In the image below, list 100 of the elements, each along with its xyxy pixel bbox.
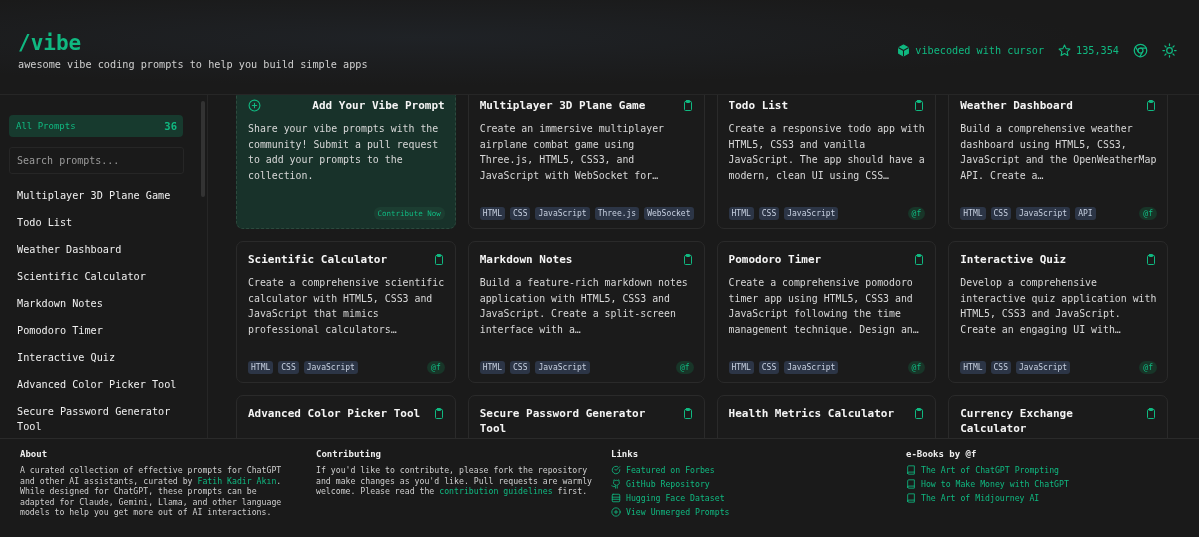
author-badge[interactable]: @f	[1139, 361, 1157, 374]
author-badge[interactable]: @f	[1139, 207, 1157, 220]
book-icon	[906, 493, 916, 503]
card-title: Currency Exchange Calculator	[960, 406, 1074, 436]
tag: CSS	[758, 361, 780, 374]
card-title: Health Metrics Calculator	[728, 406, 895, 421]
tag: JavaScript	[535, 207, 590, 220]
clipboard-icon[interactable]	[432, 253, 445, 266]
clipboard-icon[interactable]	[432, 407, 445, 420]
star-icon	[1058, 43, 1072, 57]
tag: JavaScript	[784, 361, 839, 374]
prompt-card[interactable]: Health Metrics Calculator	[716, 395, 937, 438]
footer-link[interactable]: The Art of Midjourney AI	[906, 493, 1179, 503]
card-description: Share your vibe prompts with the community! Submit a pull request to add your prompts to the collection.	[248, 122, 440, 183]
check-circle-icon	[611, 465, 621, 475]
prompt-card[interactable]: Weather Dashboard Build a comprehensive weather dashboard using HTML5, CSS3, JavaScript and the OpenWeatherMap API. Create a… HTML CSS JavaScript API @f	[948, 95, 1168, 229]
tag: HTML	[479, 207, 505, 220]
prompt-card[interactable]: Advanced Color Picker Tool	[236, 395, 456, 438]
card-title: Add Your Vibe Prompt	[312, 98, 445, 113]
tag: JavaScript	[535, 361, 590, 374]
sidebar-item[interactable]: Pomodoro Timer	[9, 317, 199, 344]
card-title: Weather Dashboard	[960, 98, 1073, 113]
clipboard-icon[interactable]	[1145, 407, 1157, 420]
sidebar-item[interactable]: Multiplayer 3D Plane Game	[9, 182, 199, 209]
prompt-count: 36	[164, 120, 177, 132]
tag: CSS	[990, 361, 1011, 374]
footer-link[interactable]: How to Make Money with ChatGPT	[906, 479, 1179, 489]
footer-link[interactable]: View Unmerged Prompts	[611, 507, 906, 517]
tag: JavaScript	[1015, 361, 1071, 374]
tag: JavaScript	[784, 207, 839, 220]
prompt-card[interactable]: Secure Password Generator Tool	[467, 395, 705, 438]
author-badge[interactable]: @f	[907, 207, 926, 220]
text-link[interactable]: Fatih Kadir Akın	[197, 475, 277, 486]
author-badge[interactable]: @f	[427, 361, 445, 374]
tag: CSS	[278, 361, 299, 374]
footer-link[interactable]: Featured on Forbes	[611, 465, 906, 475]
card-title: Advanced Color Picker Tool	[248, 406, 421, 421]
github-icon	[611, 479, 621, 489]
sidebar-item[interactable]: Advanced Color Picker Tool	[9, 371, 199, 398]
category-filter[interactable]: All Prompts 36	[9, 115, 183, 137]
browser-icon[interactable]	[1133, 42, 1148, 58]
prompt-card[interactable]: Interactive Quiz Develop a comprehensive interactive quiz application with HTML5, CSS3 and JavaScript. Create an engaging UI with… HTML CSS JavaScript @f	[948, 241, 1168, 383]
card-title: Multiplayer 3D Plane Game	[479, 98, 646, 113]
tag: JavaScript	[303, 361, 358, 374]
clipboard-icon[interactable]	[681, 253, 694, 266]
clipboard-icon[interactable]	[913, 99, 926, 112]
plus-circle-icon	[248, 99, 261, 112]
card-title: Markdown Notes	[479, 252, 573, 267]
author-badge[interactable]: @f	[907, 361, 926, 374]
tag: WebSocket	[644, 207, 694, 220]
tag: JavaScript	[1015, 207, 1071, 220]
sun-icon[interactable]	[1162, 42, 1177, 58]
footer-heading: About	[20, 449, 49, 459]
sidebar-item[interactable]: Markdown Notes	[9, 290, 199, 317]
footer-link[interactable]: GitHub Repository	[611, 479, 906, 489]
tag: CSS	[758, 207, 780, 220]
clipboard-icon[interactable]	[1145, 99, 1157, 112]
tag: Three.js	[594, 207, 640, 220]
book-icon	[906, 465, 916, 475]
footer-heading: e-Books by @f	[906, 449, 978, 459]
search-field[interactable]: Search prompts...	[9, 147, 184, 174]
card-description: Create a responsive todo app with HTML5, CSS3 and vanilla JavaScript. The app should have a modern, clean UI using CSS…	[728, 122, 926, 183]
author-badge[interactable]: @f	[675, 361, 694, 374]
header-link[interactable]: vibecoded with cursor	[897, 43, 1045, 57]
prompt-card[interactable]: Markdown Notes Build a feature-rich markdown notes application with HTML5, CSS3 and JavaScript. Create a split-screen interface with a… HTML CSS JavaScript @f	[467, 241, 705, 383]
card-description: Create a comprehensive scientific calculator with HTML5, CSS3 and JavaScript that mimics professional calculators…	[248, 276, 445, 337]
clipboard-icon[interactable]	[913, 253, 926, 266]
clipboard-icon[interactable]	[681, 99, 694, 112]
footer-heading: Links	[611, 449, 640, 459]
clipboard-icon[interactable]	[681, 407, 694, 420]
clipboard-icon[interactable]	[913, 407, 926, 420]
card-description: Create an immersive multiplayer airplane combat game using Three.js, HTML5, CSS3, and JavaScript with WebSocket for…	[479, 122, 666, 183]
tag: API	[1075, 207, 1096, 220]
clipboard-icon[interactable]	[1145, 253, 1157, 266]
site-title: /vibe	[18, 30, 83, 55]
footer-link[interactable]: The Art of ChatGPT Prompting	[906, 465, 1179, 475]
card-title: Pomodoro Timer	[728, 252, 822, 267]
footer-link[interactable]: Hugging Face Dataset	[611, 493, 906, 503]
sidebar-item[interactable]: Secure Password Generator Tool	[9, 398, 199, 438]
sidebar-item[interactable]: Scientific Calculator	[9, 263, 199, 290]
tag: HTML	[960, 361, 986, 374]
prompt-card[interactable]: Pomodoro Timer Create a comprehensive pomodoro timer app using HTML5, CSS3 and JavaScript following the time management technique. Design an… HTML CSS JavaScript @f	[716, 241, 937, 383]
tag: HTML	[728, 361, 754, 374]
sidebar-item[interactable]: Interactive Quiz	[9, 344, 199, 371]
card-description: Create a comprehensive pomodoro timer app using HTML5, CSS3 and JavaScript following the time management technique. Design an…	[728, 276, 920, 337]
sidebar-item[interactable]: Weather Dashboard	[9, 236, 199, 263]
card-description: Build a feature-rich markdown notes application with HTML5, CSS3 and JavaScript. Create a split-screen interface with a…	[479, 276, 689, 337]
card-title: Todo List	[728, 98, 789, 113]
prompt-card[interactable]: Multiplayer 3D Plane Game Create an immersive multiplayer airplane combat game using Three.js, HTML5, CSS3, and JavaScript with WebSocket for… HTML CSS JavaScript Three.js WebSocket	[467, 95, 705, 229]
tag: HTML	[960, 207, 986, 220]
tag: HTML	[479, 361, 505, 374]
prompt-card[interactable]: Scientific Calculator Create a comprehensive scientific calculator with HTML5, CSS3 and JavaScript that mimics professional calculators… HTML CSS JavaScript @f	[236, 241, 456, 383]
prompt-card[interactable]: Currency Exchange Calculator	[948, 395, 1168, 438]
database-icon	[611, 493, 621, 503]
sidebar-item[interactable]: Todo List	[9, 209, 199, 236]
text-link[interactable]: contribution guidelines	[439, 486, 553, 496]
footer-paragraph: If you'd like to contribute, please fork the repository and make changes as you'd like. Pull requests are warmly welcome. Please read the contribution guidelines first.	[316, 465, 594, 497]
tag: HTML	[728, 207, 754, 220]
star-count-link[interactable]: 135,354	[1058, 43, 1119, 57]
prompt-card[interactable]: Todo List Create a responsive todo app with HTML5, CSS3 and vanilla JavaScript. The app should have a modern, clean UI using CSS… HTML CSS JavaScript @f	[716, 95, 937, 229]
